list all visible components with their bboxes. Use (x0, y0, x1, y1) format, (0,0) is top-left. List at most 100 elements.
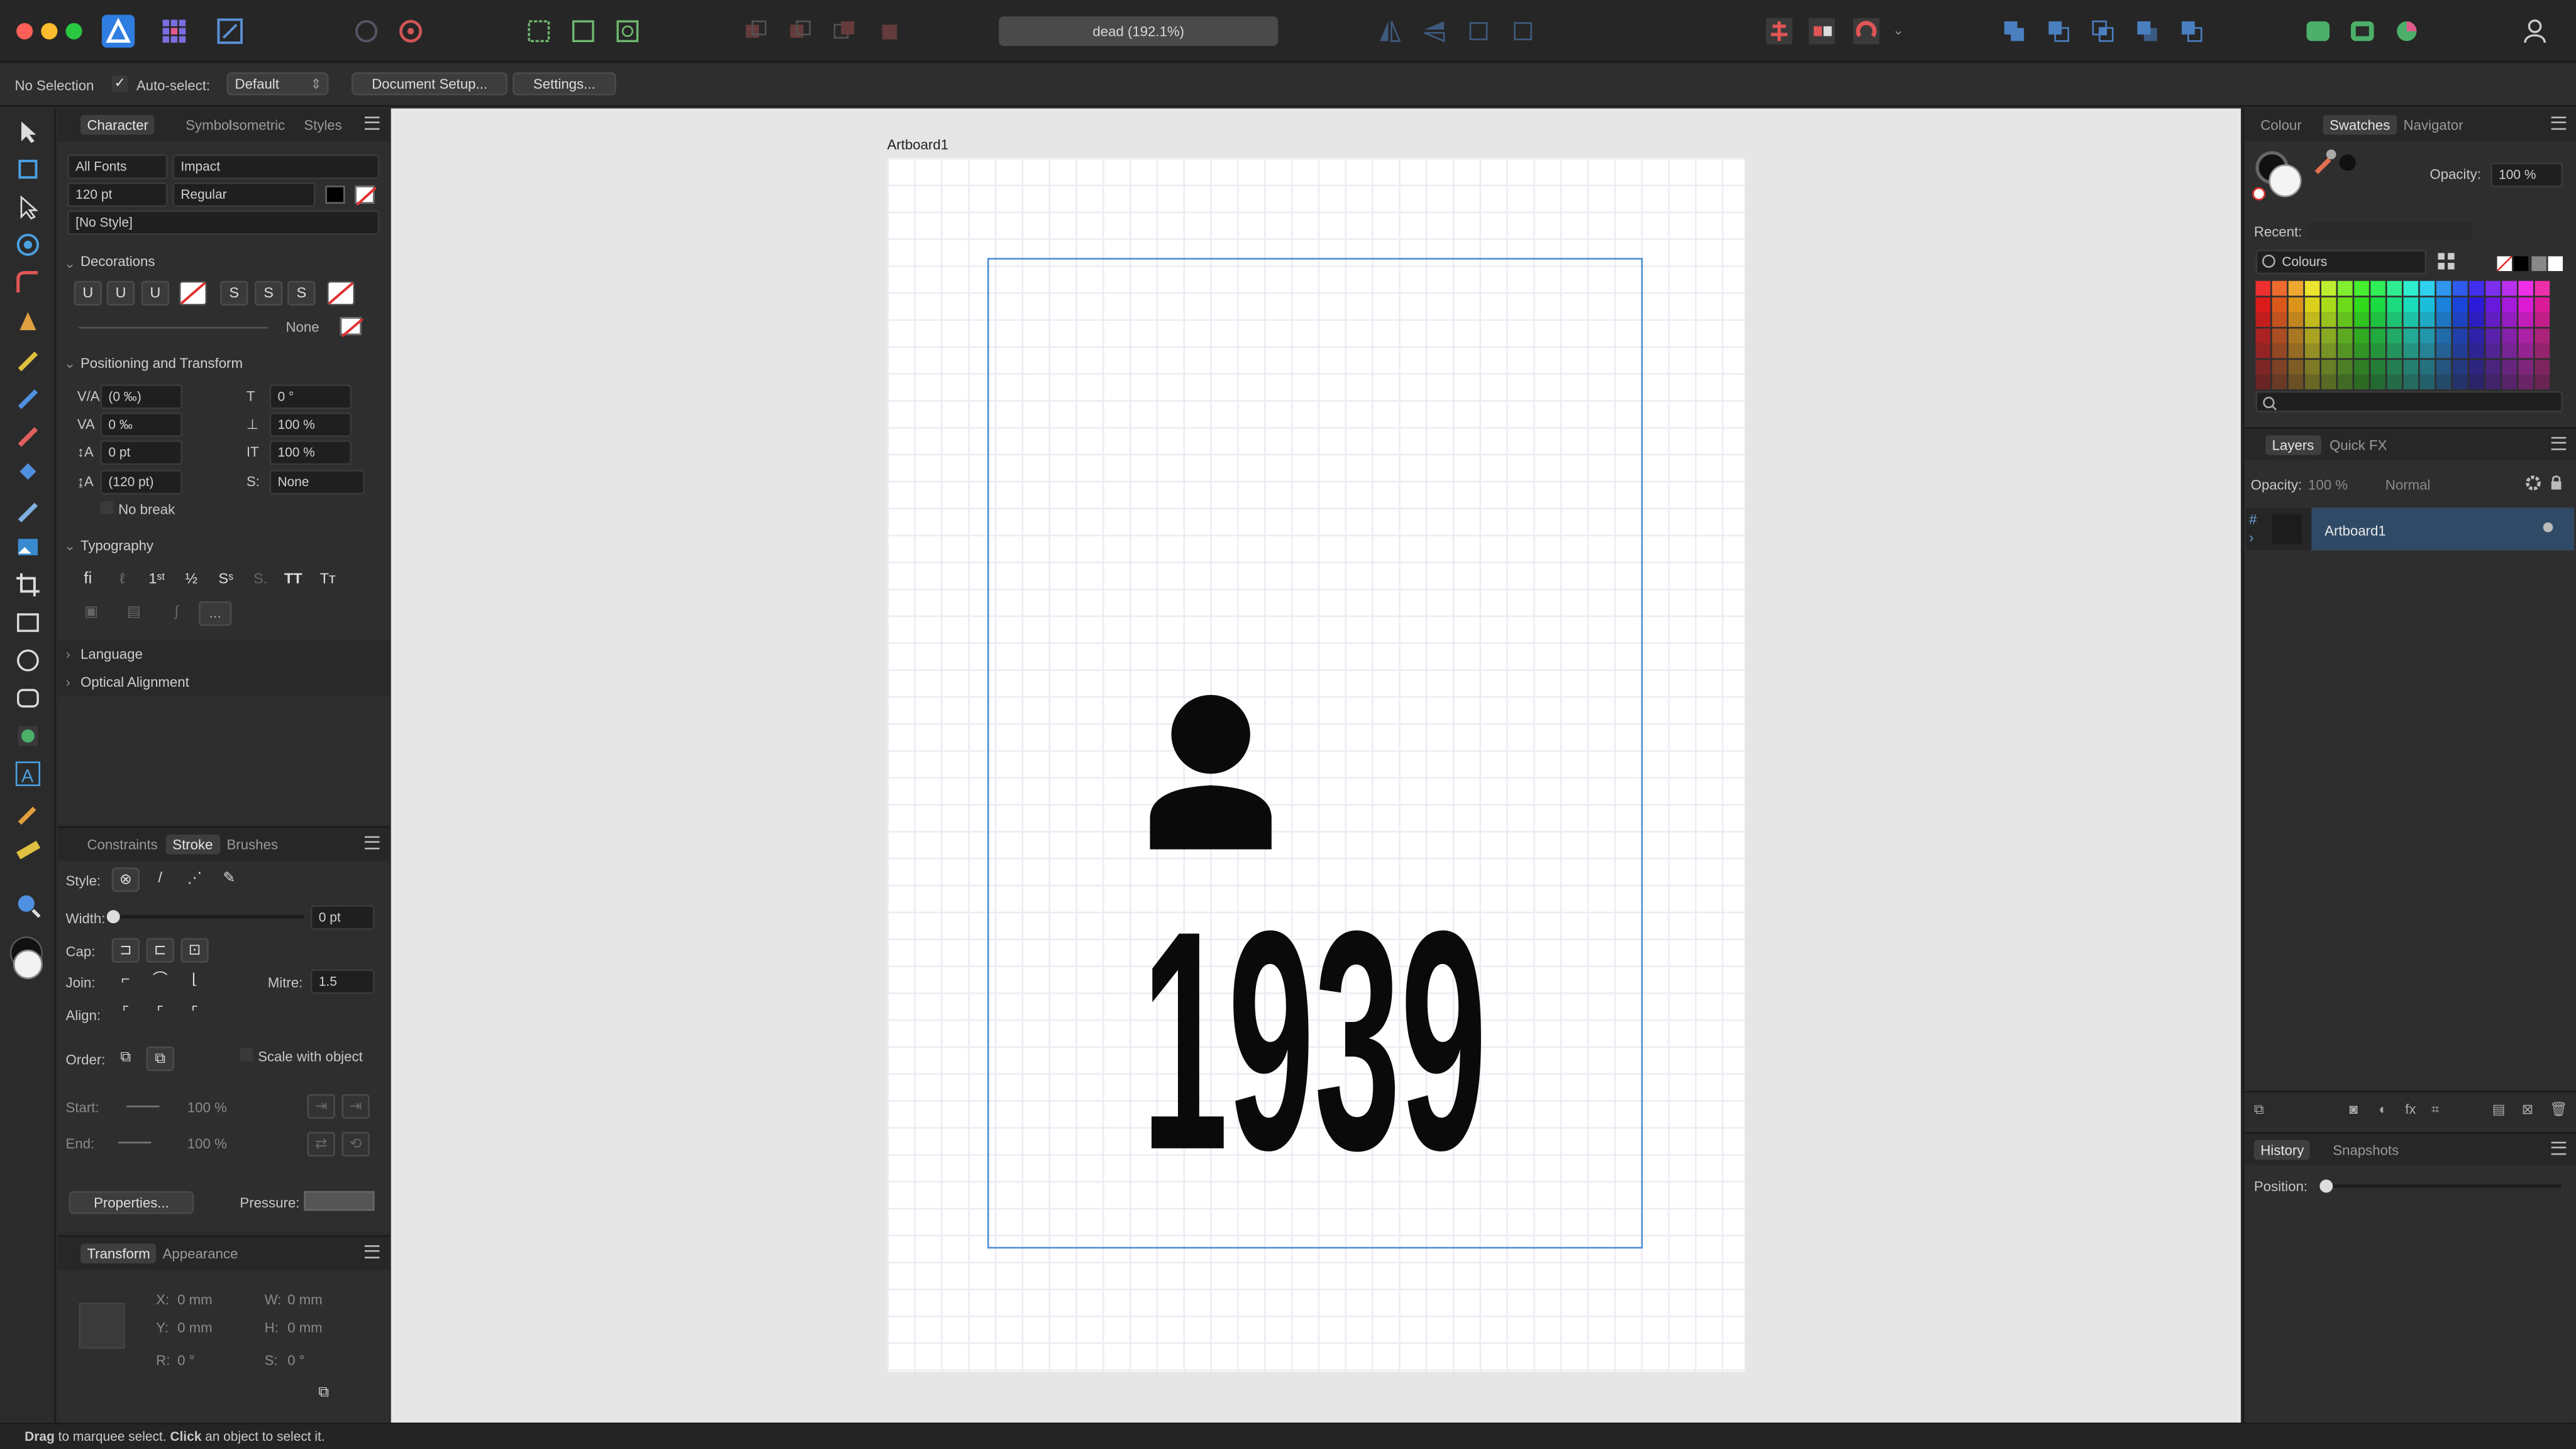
join-bevel-button[interactable]: ⌊ (180, 969, 209, 994)
boolean-divide-icon[interactable] (2177, 16, 2206, 46)
history-slider-thumb[interactable] (2319, 1179, 2333, 1193)
pressure-curve[interactable] (304, 1191, 375, 1211)
palette-swatch[interactable] (2272, 328, 2287, 343)
export-persona-icon[interactable] (215, 16, 245, 46)
start-scale-field[interactable]: 100 % (187, 1099, 227, 1116)
palette-swatch[interactable] (2288, 312, 2304, 327)
palette-swatch[interactable] (2453, 343, 2468, 358)
snap-menu-chevron-icon[interactable]: ⌄ (1892, 21, 1904, 40)
palette-swatch[interactable] (2354, 312, 2369, 327)
palette-swatch[interactable] (2518, 358, 2534, 374)
vector-brush-tool-icon[interactable] (15, 383, 42, 409)
palette-swatch[interactable] (2502, 280, 2517, 296)
palette-swatch[interactable] (2272, 358, 2287, 374)
palette-swatch[interactable] (2518, 328, 2534, 343)
cap-square-button[interactable]: ⊡ (180, 938, 209, 963)
palette-swatch[interactable] (2288, 343, 2304, 358)
close-window-button[interactable] (16, 23, 33, 40)
shear-field[interactable]: 0 ° (287, 1352, 304, 1368)
stroke-none-button[interactable]: ⊗ (111, 867, 140, 892)
palette-swatch[interactable] (2485, 328, 2501, 343)
palette-swatch[interactable] (2321, 358, 2336, 374)
font-collection-dropdown[interactable]: All Fonts (67, 154, 168, 179)
palette-swatch[interactable] (2485, 343, 2501, 358)
fill-swatch-well[interactable] (2268, 164, 2302, 197)
account-icon[interactable] (2520, 16, 2550, 46)
palette-swatch[interactable] (2321, 374, 2336, 390)
palette-swatch[interactable] (2403, 328, 2419, 343)
artboard-label[interactable]: Artboard1 (887, 136, 949, 153)
ellipse-tool-icon[interactable] (15, 647, 42, 674)
glyph-alt-2-button[interactable]: ▤ (119, 601, 148, 626)
palette-swatch[interactable] (2453, 312, 2468, 327)
align-icon[interactable] (1765, 16, 1794, 46)
decoration-color-swatch[interactable] (340, 317, 364, 337)
palette-swatch[interactable] (2469, 296, 2484, 312)
palette-swatch[interactable] (2255, 296, 2271, 312)
blend-mode-dropdown[interactable]: Normal (2385, 477, 2431, 493)
corner-tool-icon[interactable] (15, 269, 42, 296)
palette-swatch[interactable] (2419, 312, 2435, 327)
font-family-dropdown[interactable]: Impact (172, 154, 380, 179)
tab-brushes[interactable]: Brushes (220, 835, 284, 854)
anchor-selector[interactable] (79, 1302, 125, 1349)
insert-target-3-icon[interactable] (613, 16, 642, 46)
palette-swatch[interactable] (2518, 296, 2534, 312)
palette-swatch[interactable] (2502, 343, 2517, 358)
decoration-style-value[interactable]: None (286, 319, 319, 335)
palette-swatch[interactable] (2518, 312, 2534, 327)
palette-swatch[interactable] (2304, 343, 2320, 358)
tab-character[interactable]: Character (80, 114, 155, 135)
fx-icon[interactable]: fx (2405, 1101, 2416, 1117)
group-icon[interactable]: ⌗ (2431, 1101, 2440, 1119)
palette-swatch[interactable] (2288, 358, 2304, 374)
transform-icon[interactable] (1807, 16, 1836, 46)
end-scale-field[interactable]: 100 % (187, 1135, 227, 1152)
palette-swatch[interactable] (2419, 343, 2435, 358)
palette-swatch[interactable] (2436, 358, 2451, 374)
rotate-cw-icon[interactable] (1508, 16, 1538, 46)
palette-swatch[interactable] (2453, 358, 2468, 374)
palette-swatch[interactable] (2321, 296, 2336, 312)
palette-swatch[interactable] (2387, 343, 2402, 358)
palette-swatch[interactable] (2436, 280, 2451, 296)
boolean-add-icon[interactable] (1999, 16, 2029, 46)
insert-target-2-icon[interactable] (569, 16, 598, 46)
y-field[interactable]: 0 mm (177, 1319, 213, 1336)
palette-swatch[interactable] (2370, 280, 2385, 296)
underline-single-button[interactable]: U (74, 280, 102, 306)
tab-appearance[interactable]: Appearance (156, 1243, 245, 1263)
palette-swatch[interactable] (2304, 296, 2320, 312)
pen-tool-icon[interactable] (15, 307, 42, 333)
palette-swatch[interactable] (2304, 374, 2320, 390)
layer-settings-gear-icon[interactable] (2525, 475, 2541, 491)
tab-snapshots[interactable]: Snapshots (2326, 1140, 2406, 1160)
join-miter-button[interactable]: ⌐ (111, 969, 140, 994)
stroke-dashed-button[interactable]: ⋰ (180, 867, 209, 892)
palette-swatch[interactable] (2338, 343, 2353, 358)
move-tool-icon[interactable] (15, 118, 42, 145)
decorations-header[interactable]: Decorations (80, 253, 155, 269)
palette-swatch[interactable] (2255, 374, 2271, 390)
palette-swatch[interactable] (2370, 343, 2385, 358)
swatch-black[interactable] (2513, 256, 2529, 272)
palette-swatch[interactable] (2255, 328, 2271, 343)
document-setup-button[interactable]: Document Setup... (352, 72, 508, 96)
arrange-back-icon[interactable] (741, 16, 770, 46)
palette-swatch[interactable] (2288, 328, 2304, 343)
tab-history[interactable]: History (2253, 1140, 2311, 1160)
scale-with-object-checkbox[interactable] (240, 1048, 253, 1062)
palette-swatch[interactable] (2321, 280, 2336, 296)
mitre-field[interactable]: 1.5 (310, 969, 375, 994)
rectangle-tool-icon[interactable] (15, 609, 42, 636)
order-front-button[interactable]: ⧉ (146, 1046, 174, 1072)
studio-assets-icon[interactable] (2303, 16, 2333, 46)
palette-swatch[interactable] (2436, 343, 2451, 358)
history-position-slider[interactable] (2323, 1184, 2562, 1188)
tab-transform[interactable]: Transform (80, 1243, 157, 1263)
strikethrough-single-button[interactable]: S (220, 280, 248, 306)
typography-header[interactable]: Typography (80, 537, 153, 553)
language-header[interactable]: Language (80, 646, 143, 662)
end-arrowhead-dropdown[interactable] (118, 1141, 152, 1144)
boolean-xor-icon[interactable] (2133, 16, 2162, 46)
